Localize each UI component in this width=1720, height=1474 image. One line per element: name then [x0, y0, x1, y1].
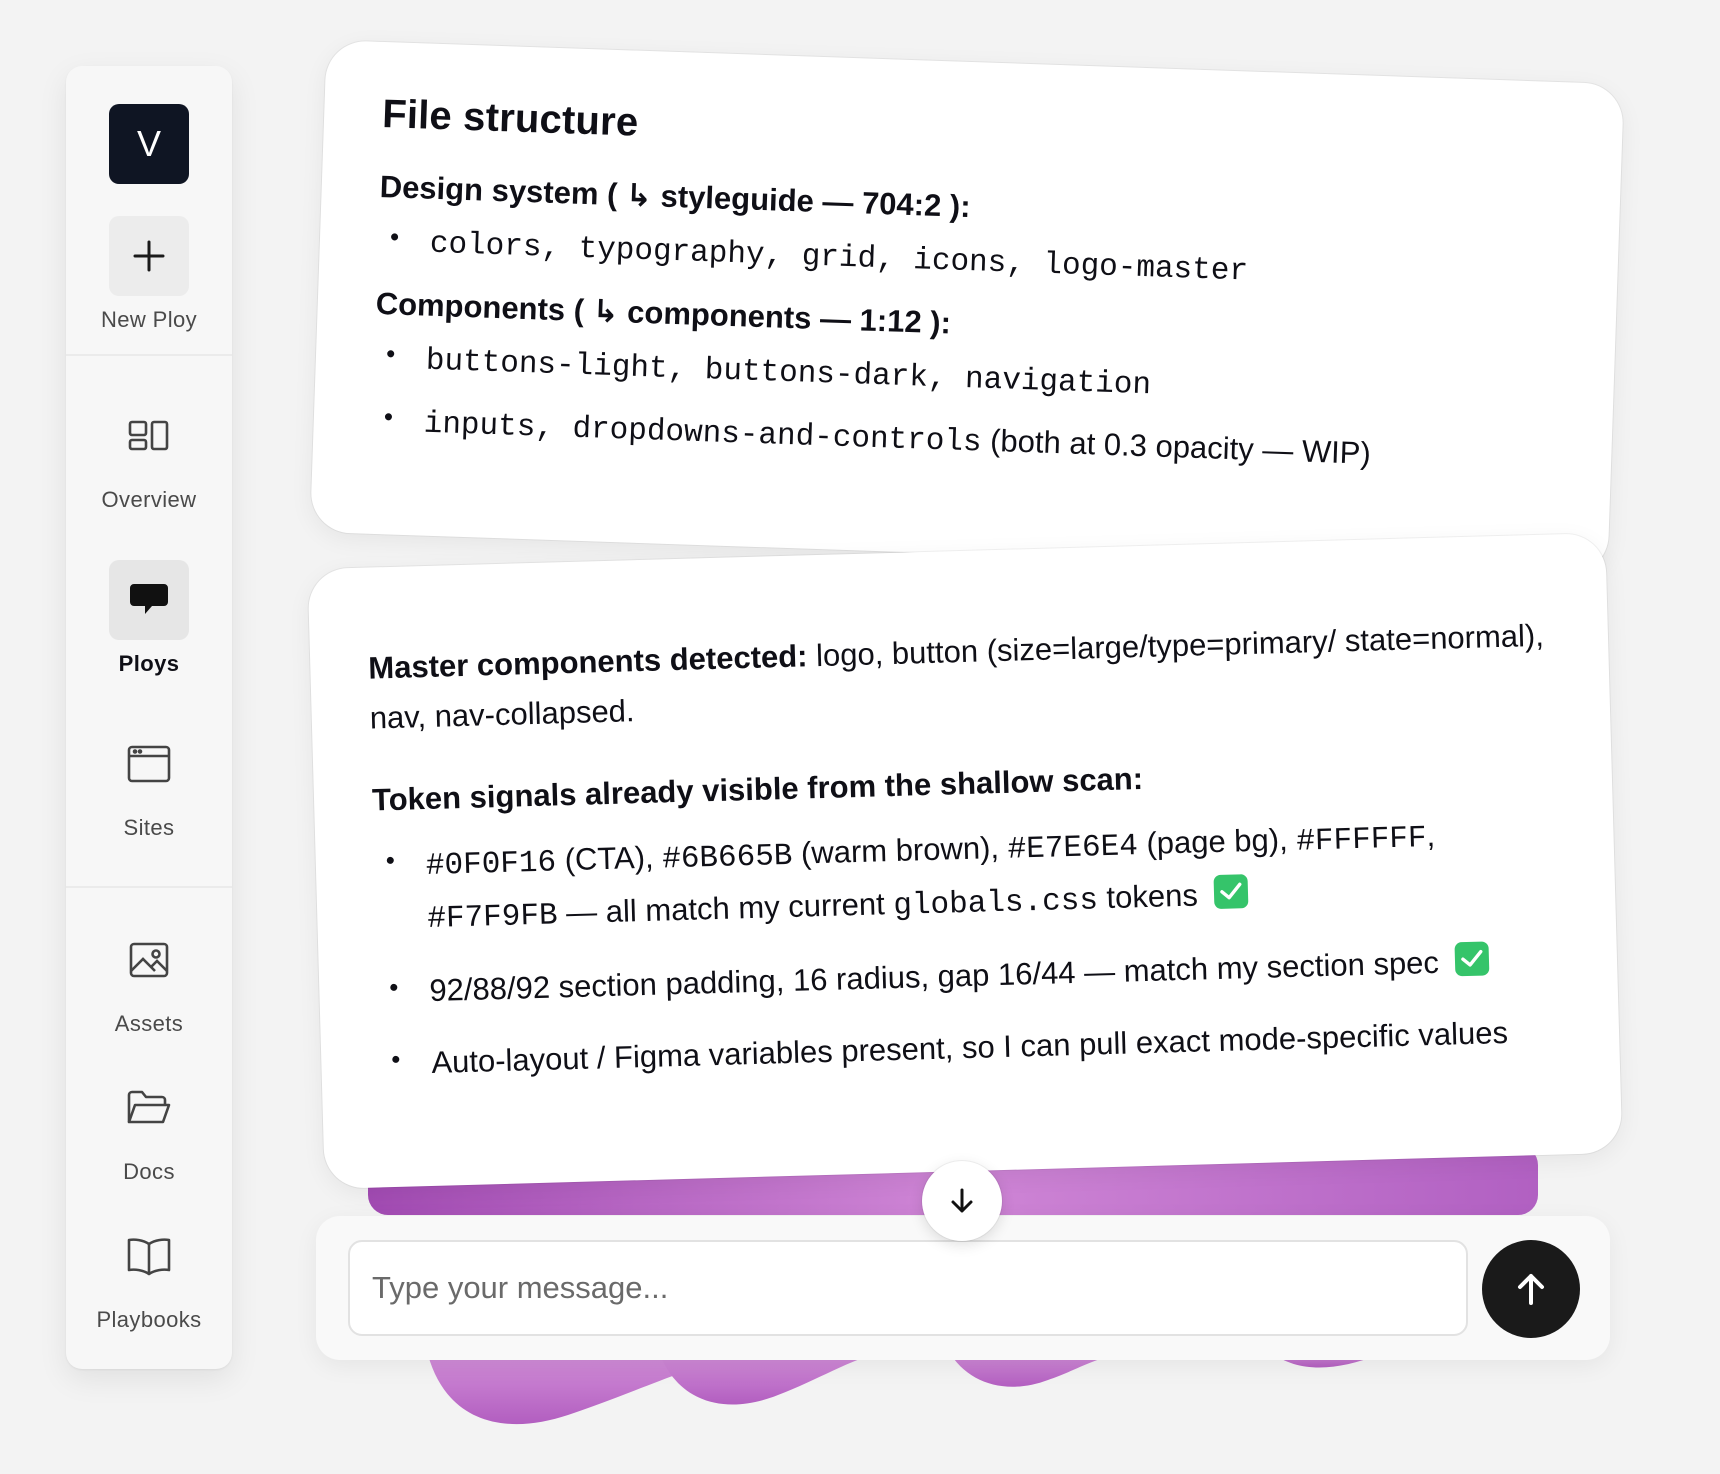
components-link[interactable]: components — 1:12 ): [627, 294, 952, 340]
folder-icon [109, 1068, 189, 1148]
design-system-label: Design system ( [379, 168, 619, 213]
message-input[interactable] [348, 1240, 1468, 1336]
arrow-down-icon [951, 1188, 973, 1213]
scan-results-card: Master components detected: logo, button… [307, 532, 1623, 1190]
token-signals-heading: Token signals already visible from the s… [371, 761, 1144, 818]
checkmark-icon [1213, 873, 1249, 909]
sidebar-item-assets[interactable]: Assets [66, 920, 232, 1037]
sidebar-item-ploys[interactable]: Ploys [66, 560, 232, 677]
logo-letter: V [136, 123, 161, 164]
sidebar-item-label: Assets [114, 1011, 184, 1036]
sidebar-item-playbooks[interactable]: Playbooks [66, 1216, 232, 1333]
checkmark-icon [1454, 941, 1490, 977]
card-title: File structure [381, 92, 640, 145]
sidebar-item-label: Docs [123, 1159, 175, 1184]
list-item: #0F0F16 (CTA), #6B665B (warm brown), #E7… [373, 808, 1557, 946]
sidebar-item-overview[interactable]: Overview [66, 396, 232, 513]
sidebar-item-label: Playbooks [96, 1307, 202, 1332]
sidebar-item-label: Overview [101, 487, 197, 512]
send-button[interactable] [1482, 1240, 1580, 1338]
sidebar-divider [66, 886, 232, 888]
new-ploy-button[interactable]: New Ploy [66, 216, 232, 333]
sidebar-divider [66, 354, 232, 356]
components-label: Components ( [375, 285, 585, 328]
sidebar: V New Ploy Overview Ploys Sites Assets D… [66, 66, 232, 1369]
link-arrow-icon: ↳ [625, 177, 653, 214]
scroll-down-button[interactable] [922, 1161, 1002, 1241]
styleguide-link[interactable]: styleguide — 704:2 ): [660, 179, 971, 225]
sidebar-item-label: Sites [123, 815, 175, 840]
sidebar-item-sites[interactable]: Sites [66, 724, 232, 841]
file-structure-card: File structure Design system ( ↳ stylegu… [310, 40, 1624, 576]
sidebar-item-docs[interactable]: Docs [66, 1068, 232, 1185]
workspace-logo[interactable]: V [109, 104, 189, 184]
master-components-paragraph: Master components detected: logo, button… [368, 611, 1552, 743]
master-components-label: Master components detected: [367, 638, 808, 686]
link-arrow-icon: ↳ [592, 293, 620, 329]
list-item: 92/88/92 section padding, 16 radius, gap… [377, 935, 1560, 1018]
book-icon [109, 1216, 189, 1296]
app-root: V New Ploy Overview Ploys Sites Assets D… [0, 0, 1720, 1474]
overview-icon [109, 396, 189, 476]
components-list: buttons-light, buttons-dark, navigation … [371, 336, 1556, 484]
plus-icon [109, 216, 189, 296]
image-icon [109, 920, 189, 1000]
sidebar-item-label: Ploys [118, 651, 180, 676]
new-ploy-label: New Ploy [100, 307, 198, 332]
token-signals-list: #0F0F16 (CTA), #6B665B (warm brown), #E7… [373, 808, 1561, 1089]
chat-bubble-icon [109, 560, 189, 640]
browser-window-icon [109, 724, 189, 804]
arrow-up-icon [1518, 1274, 1544, 1305]
list-item: Auto-layout / Figma variables present, s… [379, 1006, 1562, 1089]
